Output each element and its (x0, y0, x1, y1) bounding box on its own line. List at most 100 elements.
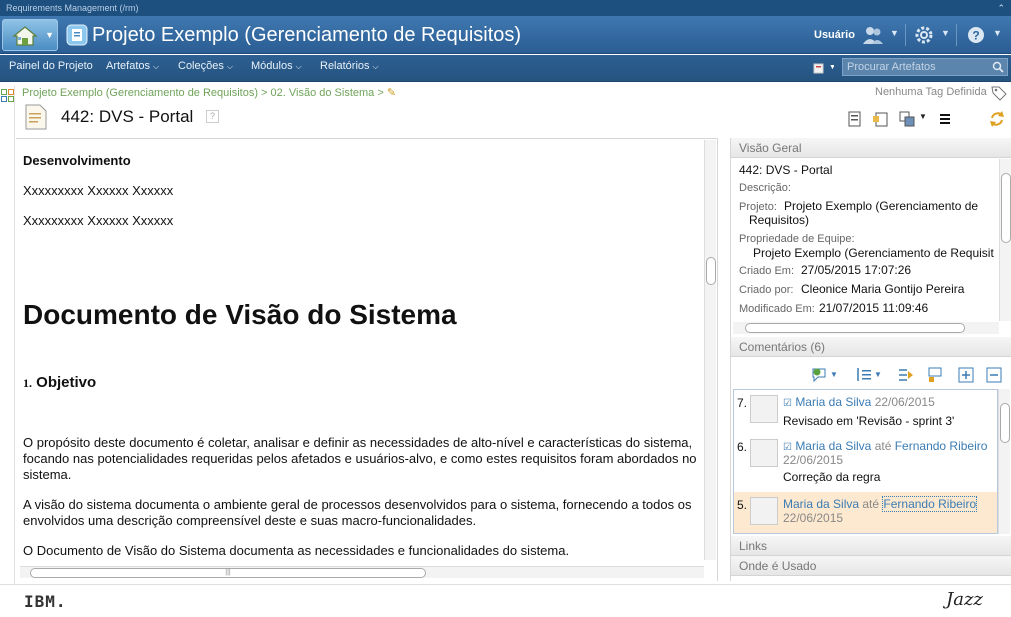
overview-header[interactable]: Visão Geral (731, 138, 1011, 158)
team-value: Projeto Exemplo (Gerenciamento de Requis… (753, 246, 994, 260)
breadcrumb[interactable]: Projeto Exemplo (Gerenciamento de Requis… (22, 86, 396, 99)
created-value: 27/05/2015 17:07:26 (801, 263, 912, 277)
document-title: Documento de Visão do Sistema (23, 299, 457, 330)
modified-value: 21/07/2015 11:09:46 (819, 301, 929, 315)
nav-reports[interactable]: Relatórios ⌵ (320, 59, 379, 74)
comments-vertical-scrollbar[interactable] (998, 389, 1010, 534)
avatar (750, 439, 778, 467)
comment-text: Revisado em 'Revisão - sprint 3' (783, 414, 955, 428)
scroll-thumb[interactable] (1001, 173, 1011, 243)
home-icon (12, 26, 38, 46)
user-label[interactable]: Usuário (814, 29, 855, 41)
gear-icon[interactable] (913, 25, 935, 45)
chevron-down-icon: ⌵ (226, 62, 233, 71)
doc-line: Xxxxxxxxx Xxxxxx Xxxxxx (23, 213, 174, 228)
team-label: Propriedade de Equipe: (739, 233, 855, 245)
refresh-icon[interactable] (988, 110, 1006, 128)
sort-icon[interactable] (855, 366, 873, 384)
tag-icon[interactable] (990, 84, 1008, 102)
overview-horizontal-scrollbar[interactable] (733, 322, 999, 334)
document-horizontal-scrollbar[interactable]: ||| (20, 566, 704, 578)
filter-comments-icon[interactable] (897, 366, 915, 384)
menu-icon[interactable] (936, 110, 954, 128)
overview-list: 442: DVS - Portal Descrição: Projeto: Pr… (731, 159, 999, 322)
search-icon[interactable] (992, 61, 1004, 73)
comment-item[interactable]: 6. ☑ Maria da Silva até Fernando Ribeiro… (734, 434, 997, 492)
banner: ▼ Projeto Exemplo (Gerenciamento de Requ… (0, 16, 1011, 54)
grid-view-icon[interactable] (1, 89, 14, 102)
created-label: Criado Em: (739, 265, 795, 277)
paragraph-line: focando nas potencialidades requeridas p… (23, 451, 697, 466)
project-value: Projeto Exemplo (Gerenciamento de (784, 199, 979, 213)
project-label: Projeto: (739, 201, 777, 213)
overview-vertical-scrollbar[interactable] (999, 159, 1011, 321)
more-actions-icon[interactable] (898, 110, 916, 128)
scroll-thumb[interactable]: ||| (30, 568, 426, 578)
chevron-down-icon[interactable]: ▼ (830, 370, 838, 379)
add-comment-icon[interactable] (811, 366, 829, 384)
comments-list: 7. ☑ Maria da Silva 22/06/2015 Revisado … (733, 389, 998, 534)
comment-text: Correção da regra (783, 470, 881, 484)
comments-header[interactable]: Comentários (6) (731, 337, 1011, 357)
help-icon[interactable]: ? (206, 110, 219, 123)
nav-artifacts[interactable]: Artefatos ⌵ (106, 59, 159, 74)
collapse-all-icon[interactable] (985, 366, 1003, 384)
chevron-down-icon[interactable]: ▼ (941, 28, 950, 38)
search-input[interactable]: Procurar Artefatos (842, 58, 1008, 76)
nav-project-dashboard[interactable]: Painel do Projeto (9, 59, 93, 73)
document-vertical-scrollbar[interactable] (704, 140, 716, 560)
chevron-down-icon[interactable]: ▼ (993, 28, 1002, 38)
scroll-thumb[interactable] (745, 323, 965, 333)
scroll-thumb[interactable] (706, 257, 716, 285)
to-word: até (874, 439, 892, 453)
view-details-icon[interactable] (846, 110, 864, 128)
chevron-down-icon[interactable]: ▼ (890, 28, 899, 38)
chevron-down-icon: ⌵ (372, 62, 379, 71)
collapse-banner-icon[interactable]: ⌃ (997, 0, 1005, 16)
document-icon (25, 104, 47, 130)
comment-settings-icon[interactable] (927, 366, 945, 384)
ibm-logo: IBM. (24, 592, 67, 611)
to-word: até (862, 497, 880, 511)
creator-label: Criado por: (739, 284, 794, 296)
scroll-thumb[interactable] (1000, 403, 1010, 443)
users-icon[interactable] (862, 25, 884, 45)
comment-date: 22/06/2015 (783, 453, 844, 467)
document-editor[interactable]: Desenvolvimento Xxxxxxxxx Xxxxxx Xxxxxx … (16, 138, 718, 581)
comment-date: 22/06/2015 (874, 395, 935, 409)
where-used-header[interactable]: Onde é Usado (731, 556, 1011, 576)
sidebar-panel: Visão Geral 442: DVS - Portal Descrição:… (730, 138, 1011, 581)
nav-collections[interactable]: Coleções ⌵ (178, 59, 233, 74)
project-area-icon (66, 24, 88, 46)
paragraph-line: O Documento de Visão do Sistema document… (23, 543, 570, 558)
help-icon[interactable]: ? (965, 25, 987, 45)
window-title: Requirements Management (/rm) (6, 3, 139, 13)
comment-author[interactable]: Maria da Silva (795, 395, 871, 409)
home-menu-button[interactable]: ▼ (2, 19, 58, 51)
chevron-down-icon[interactable]: ▼ (919, 112, 927, 121)
paragraph-line: A visão do sistema documenta o ambiente … (23, 497, 692, 512)
expand-all-icon[interactable] (957, 366, 975, 384)
comment-item[interactable]: 5. Maria da Silva até Fernando Ribeiro 2… (734, 492, 997, 533)
svg-text:?: ? (972, 29, 979, 43)
overview-title: 442: DVS - Portal (739, 163, 833, 177)
side-panel-strip (0, 86, 15, 586)
footer: IBM. Jazz (0, 584, 1011, 617)
comment-recipient[interactable]: Fernando Ribeiro (882, 496, 978, 512)
comment-recipient[interactable]: Fernando Ribeiro (895, 439, 988, 453)
pencil-icon[interactable]: ✎ (387, 87, 396, 99)
links-header[interactable]: Links (731, 536, 1011, 556)
comment-item[interactable]: 7. ☑ Maria da Silva 22/06/2015 Revisado … (734, 390, 997, 434)
modified-label: Modificado Em: (739, 303, 815, 315)
chevron-down-icon[interactable]: ▼ (874, 370, 882, 379)
svg-text:▼: ▼ (829, 64, 834, 71)
jazz-logo: Jazz (946, 589, 983, 610)
avatar (750, 497, 778, 525)
comment-author[interactable]: Maria da Silva (795, 439, 871, 453)
tags-label[interactable]: Nenhuma Tag Definida (875, 86, 987, 98)
search-scope-icon[interactable]: ▼ (812, 60, 834, 76)
comment-author[interactable]: Maria da Silva (783, 497, 859, 511)
project-title: Projeto Exemplo (Gerenciamento de Requis… (92, 24, 522, 46)
edit-attributes-icon[interactable] (872, 110, 890, 128)
nav-modules[interactable]: Módulos ⌵ (251, 59, 302, 74)
